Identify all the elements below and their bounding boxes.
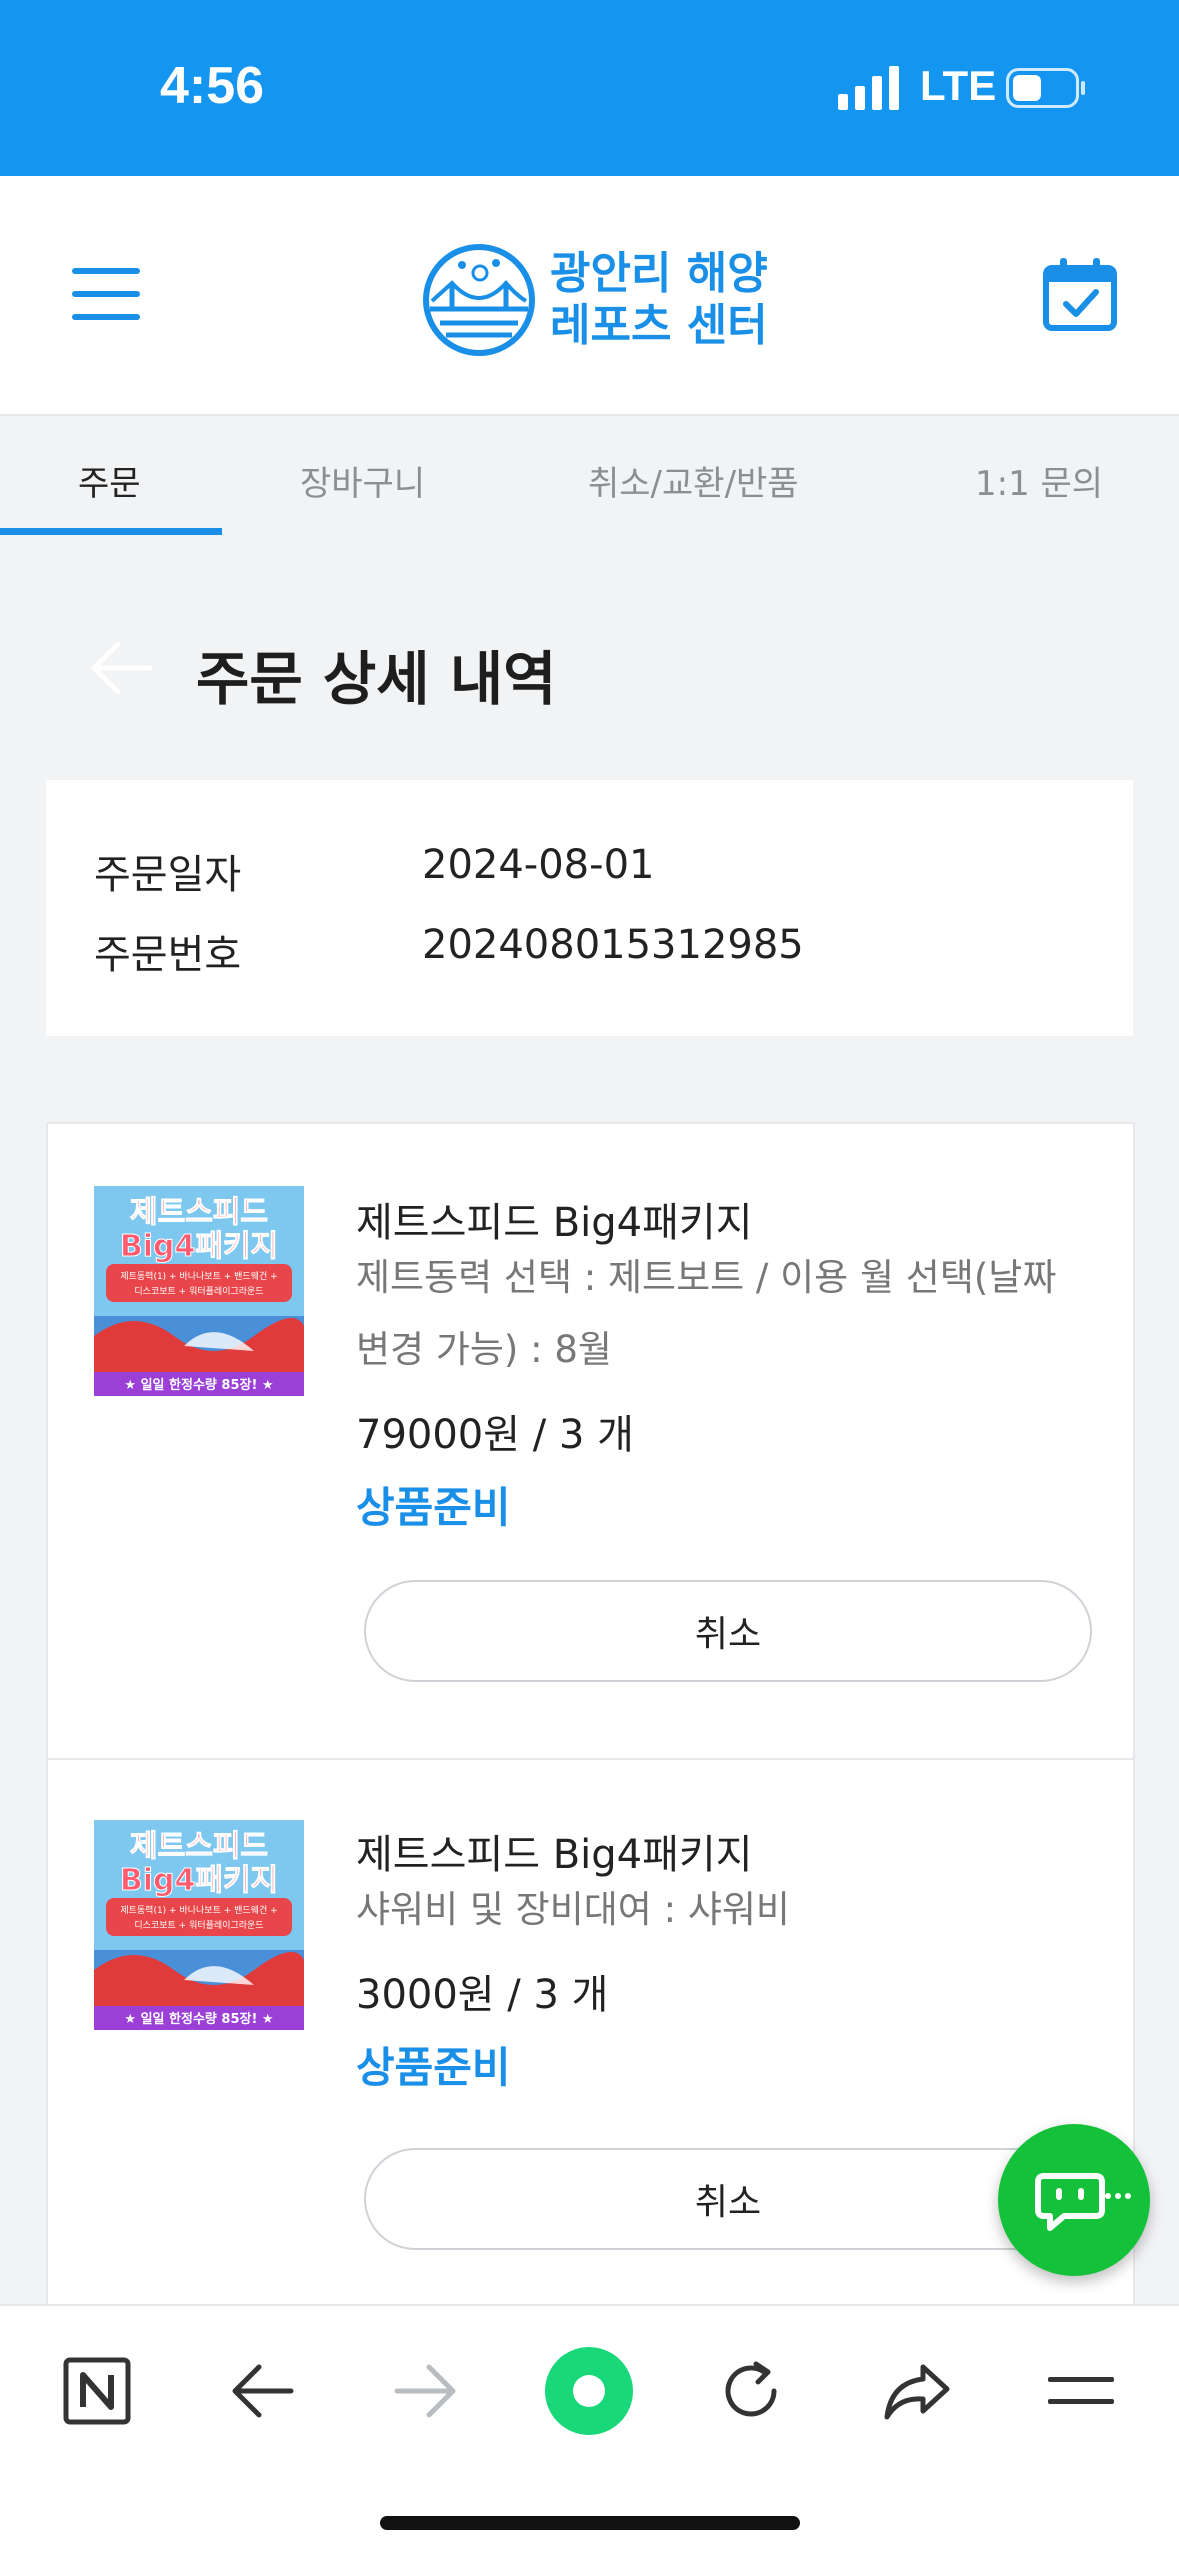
refresh-icon[interactable] <box>706 2346 796 2436</box>
site-header: 광안리 해양 레포츠 센터 <box>0 176 1179 416</box>
svg-text:제트동력(1) + 바나나보트 + 밴드웨건 +: 제트동력(1) + 바나나보트 + 밴드웨건 + <box>120 1270 277 1282</box>
item-status: 상품준비 <box>356 2043 511 2092</box>
chat-bubble-icon <box>1035 2173 1131 2231</box>
hamburger-icon[interactable] <box>72 264 140 324</box>
green-dot-icon[interactable] <box>544 2346 634 2436</box>
arrow-left-icon[interactable] <box>88 640 154 696</box>
home-indicator <box>380 2516 800 2530</box>
logo-line-2: 레포츠 센터 <box>550 300 768 351</box>
order-date-label: 주문일자 <box>94 852 242 898</box>
tab-cart[interactable]: 장바구니 <box>300 456 425 505</box>
calendar-check-icon[interactable] <box>1042 256 1118 332</box>
bridge-logo-icon <box>423 244 535 356</box>
forward-arrow-icon[interactable] <box>380 2346 470 2436</box>
item-name[interactable]: 제트스피드 Big4패키지 <box>356 1822 753 1880</box>
back-arrow-icon[interactable] <box>218 2346 308 2436</box>
item-option: 샤워비 및 장비대여 : 샤워비 <box>356 1888 790 1931</box>
svg-text:디스코보트 + 워터플레이그라운드: 디스코보트 + 워터플레이그라운드 <box>134 1920 263 1931</box>
order-items-list: 제트스피드 Big4패키지 제트동력(1) + 바나나보트 + 밴드웨건 + 디… <box>46 1122 1135 2306</box>
battery-icon <box>1006 68 1085 108</box>
logo-line-1: 광안리 해양 <box>550 248 768 299</box>
order-number-label: 주문번호 <box>94 932 242 978</box>
svg-text:Big4패키지: Big4패키지 <box>120 1229 278 1264</box>
tab-order[interactable]: 주문 <box>78 456 141 505</box>
cancel-button[interactable]: 취소 <box>364 2148 1092 2250</box>
svg-text:제트스피드: 제트스피드 <box>130 1829 268 1864</box>
order-info-card: 주문일자 2024-08-01 주문번호 202408015312985 <box>46 780 1133 1036</box>
order-number-value: 202408015312985 <box>422 922 804 968</box>
svg-text:제트동력(1) + 바나나보트 + 밴드웨건 +: 제트동력(1) + 바나나보트 + 밴드웨건 + <box>120 1904 277 1916</box>
signal-icon <box>838 66 899 110</box>
svg-text:★ 일일 한정수량 85장! ★: ★ 일일 한정수량 85장! ★ <box>124 1377 273 1393</box>
tab-cancel-exchange-return[interactable]: 취소/교환/반품 <box>588 456 799 505</box>
naver-n-icon[interactable] <box>52 2346 142 2436</box>
item-name[interactable]: 제트스피드 Big4패키지 <box>356 1190 753 1248</box>
order-item: 제트스피드 Big4패키지 제트동력(1) + 바나나보트 + 밴드웨건 + 디… <box>48 1124 1133 1758</box>
network-type: LTE <box>920 62 997 109</box>
product-thumbnail[interactable]: 제트스피드 Big4패키지 제트동력(1) + 바나나보트 + 밴드웨건 + 디… <box>94 1820 304 2030</box>
tab-inquiry[interactable]: 1:1 문의 <box>975 456 1103 505</box>
item-option: 제트동력 선택 : 제트보트 / 이용 월 선택(날짜 변경 가능) : 8월 <box>356 1256 1057 1371</box>
product-thumbnail[interactable]: 제트스피드 Big4패키지 제트동력(1) + 바나나보트 + 밴드웨건 + 디… <box>94 1186 304 1396</box>
svg-text:Big4패키지: Big4패키지 <box>120 1863 278 1898</box>
active-tab-indicator <box>0 528 222 535</box>
svg-text:★ 일일 한정수량 85장! ★: ★ 일일 한정수량 85장! ★ <box>124 2011 273 2027</box>
cancel-button[interactable]: 취소 <box>364 1580 1092 1682</box>
menu-lines-icon[interactable] <box>1036 2346 1126 2436</box>
svg-text:디스코보트 + 워터플레이그라운드: 디스코보트 + 워터플레이그라운드 <box>134 1286 263 1297</box>
page-title: 주문 상세 내역 <box>196 645 557 713</box>
share-icon[interactable] <box>872 2346 962 2436</box>
item-price: 79000원 / 3 개 <box>356 1412 634 1458</box>
site-logo[interactable]: 광안리 해양 레포츠 센터 <box>422 240 768 360</box>
order-date-value: 2024-08-01 <box>422 842 655 888</box>
chat-button[interactable] <box>998 2124 1150 2276</box>
order-item: 제트스피드 Big4패키지 제트동력(1) + 바나나보트 + 밴드웨건 + 디… <box>48 1758 1133 2304</box>
status-bar: 4:56 LTE <box>0 0 1179 176</box>
status-time: 4:56 <box>160 57 265 115</box>
order-tabs: 주문 장바구니 취소/교환/반품 1:1 문의 <box>0 416 1179 536</box>
item-status: 상품준비 <box>356 1483 511 1532</box>
svg-text:제트스피드: 제트스피드 <box>130 1195 268 1230</box>
item-price: 3000원 / 3 개 <box>356 1972 609 2018</box>
